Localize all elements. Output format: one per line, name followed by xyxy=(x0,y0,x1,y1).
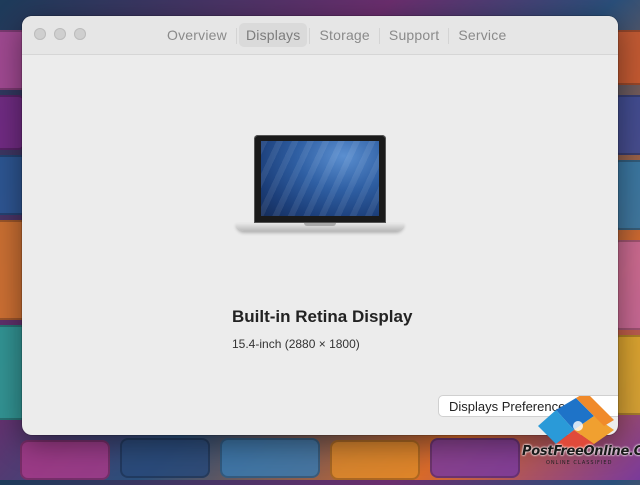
window-controls xyxy=(34,28,86,40)
tab-displays[interactable]: Displays xyxy=(238,23,308,47)
wallpaper-key xyxy=(120,438,210,478)
laptop-lid xyxy=(254,135,386,223)
minimize-window-button[interactable] xyxy=(54,28,66,40)
watermark-logo: PostFreeOnline.Com ONLINE CLASSIFIED xyxy=(516,392,640,480)
watermark-subtext: ONLINE CLASSIFIED xyxy=(546,460,613,466)
tab-service[interactable]: Service xyxy=(451,23,513,47)
tab-separator xyxy=(378,28,380,44)
zoom-window-button[interactable] xyxy=(74,28,86,40)
watermark-text: PostFreeOnline.Com xyxy=(522,444,640,459)
displays-pane: Built-in Retina Display 15.4-inch (2880 … xyxy=(22,55,618,435)
macbook-pro-icon xyxy=(236,135,404,245)
tab-storage[interactable]: Storage xyxy=(312,23,376,47)
wallpaper-key xyxy=(430,438,520,478)
wallpaper-key xyxy=(330,440,420,480)
tab-separator xyxy=(235,28,237,44)
display-spec: 15.4-inch (2880 × 1800) xyxy=(232,337,360,351)
laptop-screen xyxy=(261,141,379,216)
display-name: Built-in Retina Display xyxy=(232,307,413,326)
about-this-mac-window: Overview Displays Storage Support Servic… xyxy=(22,16,618,435)
tab-separator xyxy=(309,28,311,44)
wallpaper-key xyxy=(220,438,320,478)
tab-overview[interactable]: Overview xyxy=(160,23,234,47)
close-window-button[interactable] xyxy=(34,28,46,40)
watermark-graphic xyxy=(538,392,614,454)
window-titlebar: Overview Displays Storage Support Servic… xyxy=(22,16,618,55)
wallpaper-key xyxy=(20,440,110,480)
tab-support[interactable]: Support xyxy=(382,23,446,47)
laptop-notch xyxy=(304,223,336,226)
tab-separator xyxy=(448,28,450,44)
tab-bar: Overview Displays Storage Support Servic… xyxy=(160,23,513,47)
